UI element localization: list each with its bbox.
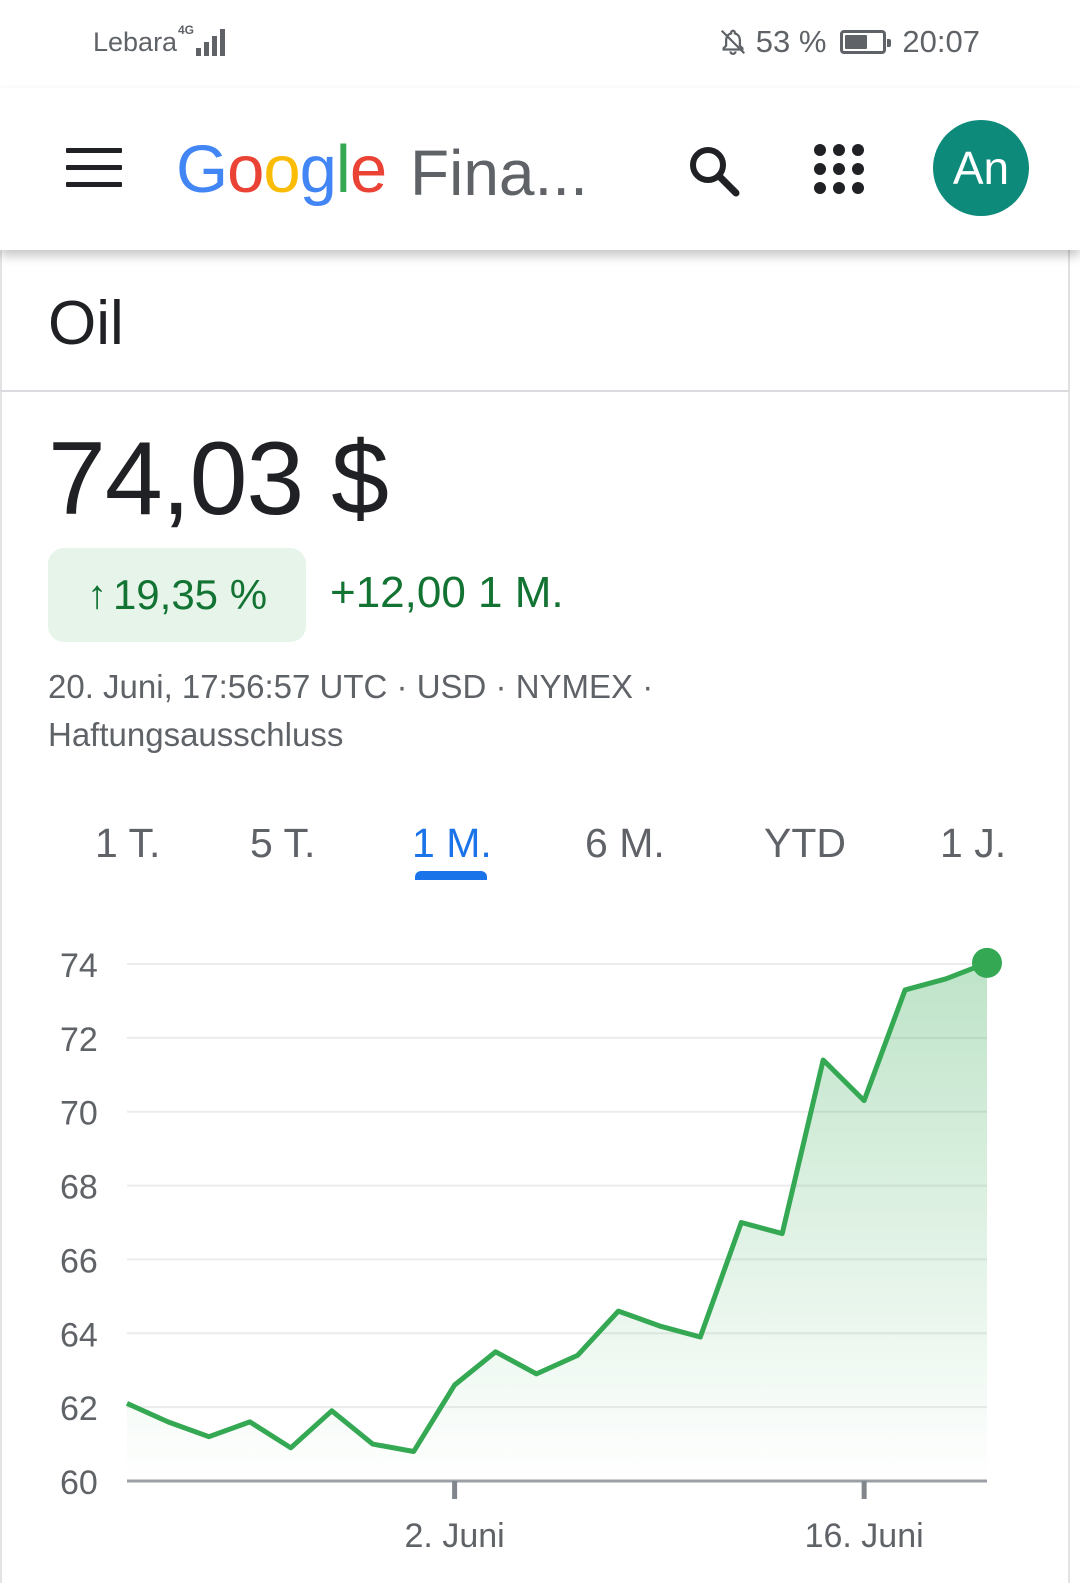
change-value: +12,00 1 M.: [330, 568, 564, 617]
price-area-fill: [127, 962, 987, 1481]
network-type: 4G: [178, 23, 195, 37]
quote-meta: 20. Juni, 17:56:57 UTC · USD · NYMEX ·: [48, 668, 654, 705]
y-tick-label: 74: [60, 947, 98, 985]
change-percent-badge: ↑ 19,35 %: [48, 548, 306, 642]
google-logo[interactable]: Google: [176, 130, 387, 210]
clock: 20:07: [902, 24, 980, 59]
search-icon[interactable]: [684, 142, 744, 202]
divider: [0, 390, 1070, 392]
price-chart[interactable]: 74 72 70 68 66 64 62 60 2. Juni 16. Juni: [0, 900, 1070, 1583]
tab-ytd[interactable]: YTD: [764, 820, 846, 867]
battery-percent: 53 %: [755, 24, 827, 59]
y-tick-label: 72: [60, 1021, 98, 1059]
y-tick-label: 70: [60, 1095, 98, 1133]
arrow-up-icon: ↑: [86, 572, 107, 617]
status-bar: Lebara 4G 53 % 20:07: [0, 0, 1080, 88]
signal-icon: 4G: [178, 22, 230, 58]
carrier-name: Lebara: [93, 27, 178, 57]
tab-6-months[interactable]: 6 M.: [585, 820, 665, 867]
tab-5-days[interactable]: 5 T.: [250, 820, 315, 867]
y-tick-label: 68: [60, 1169, 98, 1207]
page-title: Oil: [48, 289, 124, 358]
last-price-marker: [972, 947, 1002, 978]
disclaimer-link[interactable]: Haftungsausschluss: [48, 716, 343, 754]
y-tick-label: 60: [60, 1464, 98, 1502]
product-name: Fina...: [410, 137, 588, 209]
menu-icon[interactable]: [66, 148, 124, 190]
x-tick-label: 16. Juni: [805, 1517, 924, 1555]
title-area: Oil: [0, 250, 1070, 390]
y-tick-label: 62: [60, 1390, 98, 1428]
tab-1-month[interactable]: 1 M.: [412, 820, 492, 867]
x-tick-label: 2. Juni: [405, 1517, 505, 1555]
avatar[interactable]: An: [933, 120, 1029, 216]
status-right: 53 % 20:07: [718, 22, 980, 62]
change-percent: 19,35 %: [112, 571, 268, 618]
tab-1-year[interactable]: 1 J.: [940, 820, 1006, 867]
current-price: 74,03 $: [48, 421, 389, 537]
apps-grid-icon[interactable]: [812, 142, 868, 198]
y-tick-label: 66: [60, 1242, 98, 1280]
y-tick-label: 64: [60, 1316, 98, 1354]
bell-off-icon: [720, 29, 745, 55]
tab-1-day[interactable]: 1 T.: [95, 820, 160, 867]
battery-icon: [840, 30, 892, 54]
app-bar: Google Fina... An: [0, 88, 1080, 250]
active-tab-indicator: [415, 871, 487, 880]
